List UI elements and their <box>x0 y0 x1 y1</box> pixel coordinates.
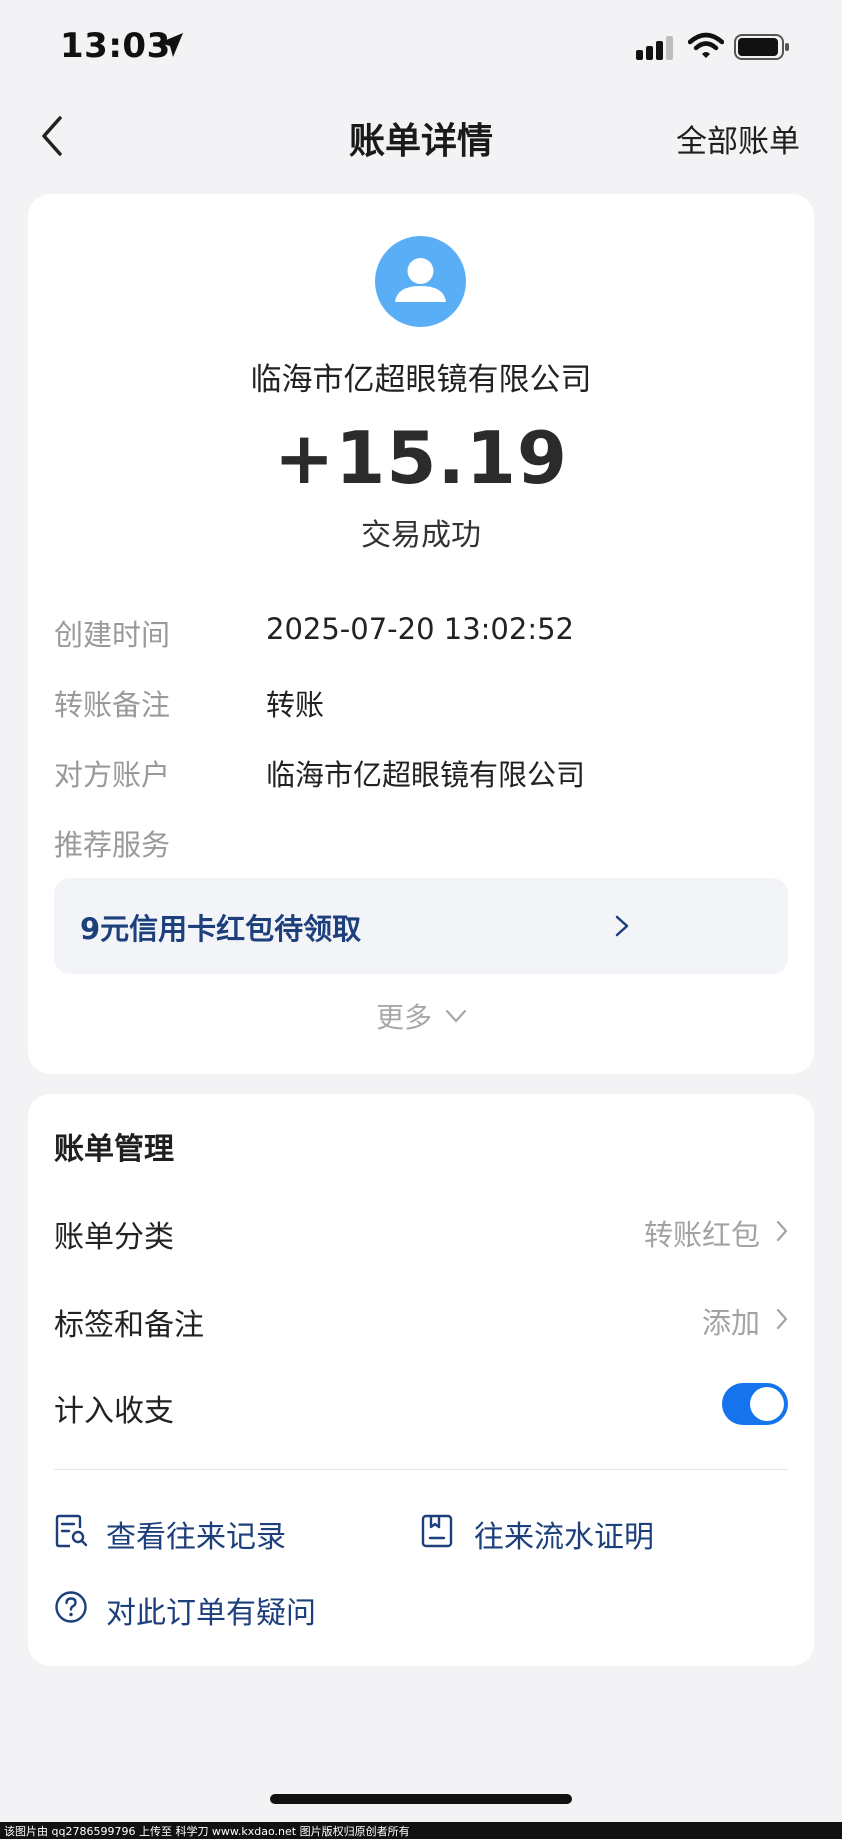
wifi-icon <box>688 32 724 58</box>
transaction-status: 交易成功 <box>361 518 481 553</box>
promo-text[interactable]: 9元信用卡红包待领取 <box>80 906 361 948</box>
signal-icon <box>636 36 673 60</box>
certificate-icon[interactable] <box>420 1514 454 1548</box>
home-indicator <box>270 1794 572 1804</box>
watermark-text: 该图片由 qq2786599796 上传至 科学刀 www.kxdao.net … <box>4 1825 410 1838</box>
record-search-icon[interactable] <box>54 1514 88 1548</box>
status-time: 13:03 <box>60 26 171 66</box>
more-button[interactable]: 更多 <box>376 996 432 1036</box>
location-arrow-icon <box>159 33 183 57</box>
detail-value-transfer-note: 转账 <box>266 688 325 722</box>
row-value-tags-notes[interactable]: 添加 <box>702 1300 760 1342</box>
order-question-link[interactable]: 对此订单有疑问 <box>106 1588 316 1632</box>
section-title: 账单管理 <box>54 1132 174 1167</box>
user-avatar-icon <box>375 236 466 327</box>
chevron-right-icon[interactable] <box>774 1306 790 1332</box>
row-label-include-in-stats: 计入收支 <box>54 1394 174 1429</box>
bill-management-card <box>28 1094 814 1666</box>
chevron-right-icon[interactable] <box>774 1218 790 1244</box>
row-value-category[interactable]: 转账红包 <box>644 1212 760 1254</box>
divider <box>54 1469 788 1470</box>
transaction-amount: +15.19 <box>273 416 569 500</box>
battery-icon <box>734 34 789 60</box>
detail-label-recommended: 推荐服务 <box>54 828 171 862</box>
detail-label-counterparty: 对方账户 <box>54 758 171 792</box>
detail-label-transfer-note: 转账备注 <box>54 688 171 722</box>
include-in-stats-toggle[interactable] <box>722 1383 788 1425</box>
row-label-category[interactable]: 账单分类 <box>54 1212 174 1256</box>
chevron-down-icon[interactable] <box>444 1006 468 1026</box>
detail-value-created-time: 2025-07-20 13:02:52 <box>266 612 574 646</box>
detail-value-counterparty: 临海市亿超眼镜有限公司 <box>266 758 586 792</box>
view-records-link[interactable]: 查看往来记录 <box>106 1512 286 1556</box>
merchant-name: 临海市亿超眼镜有限公司 <box>250 362 592 398</box>
chevron-right-icon[interactable] <box>612 912 632 940</box>
all-bills-button[interactable]: 全部账单 <box>676 116 800 161</box>
detail-label-created-time: 创建时间 <box>54 618 171 652</box>
toggle-knob <box>750 1387 784 1421</box>
question-circle-icon[interactable] <box>54 1590 88 1624</box>
statement-proof-link[interactable]: 往来流水证明 <box>474 1512 654 1556</box>
row-label-tags-notes[interactable]: 标签和备注 <box>54 1300 204 1344</box>
